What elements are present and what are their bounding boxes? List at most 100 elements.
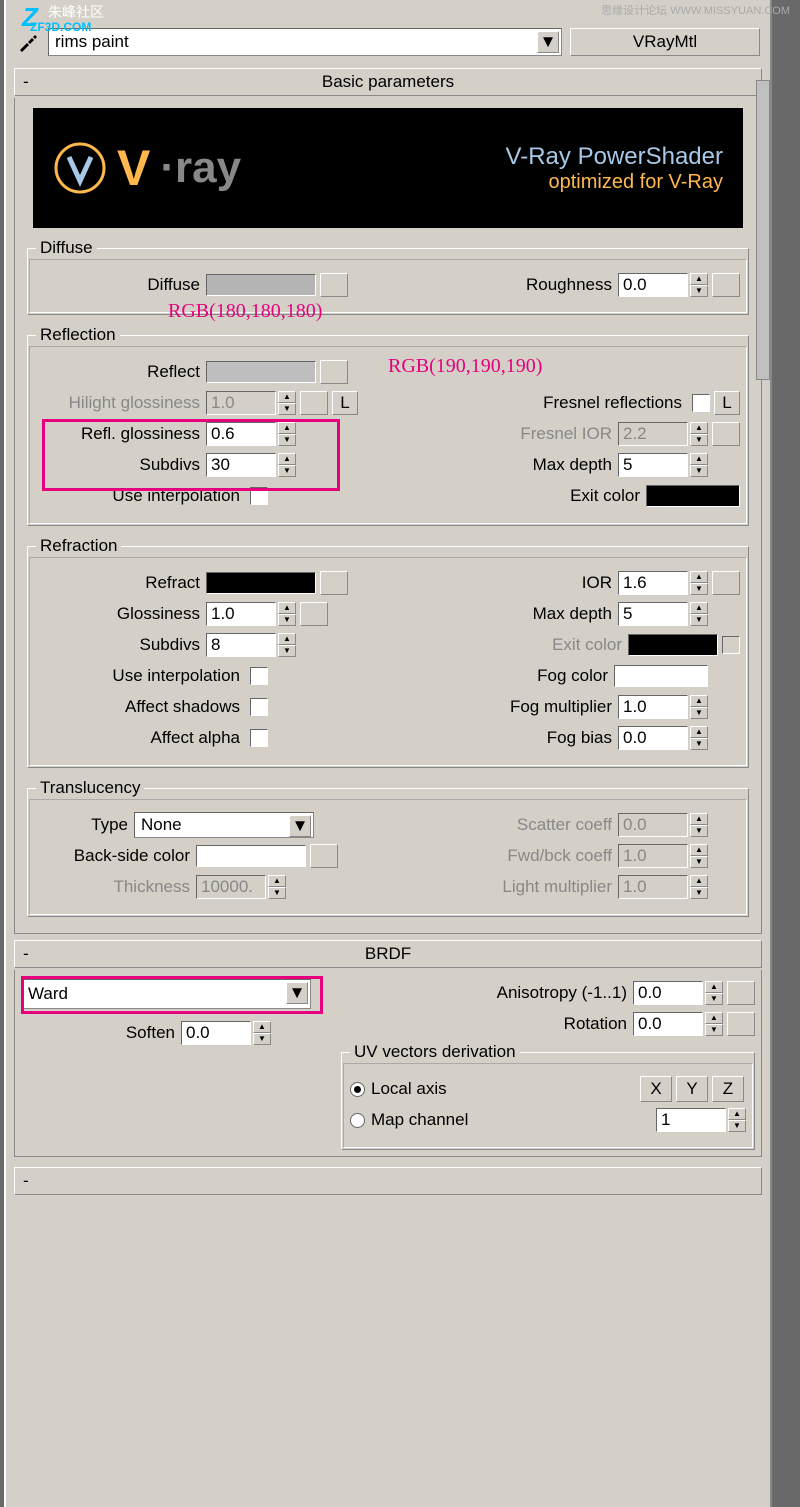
material-name-dropdown[interactable]: rims paint ▼: [48, 28, 562, 56]
refl-maxdepth-input[interactable]: [618, 453, 688, 477]
fog-mult-input[interactable]: [618, 695, 688, 719]
spin-down-icon[interactable]: ▼: [278, 403, 296, 415]
spin-down-icon[interactable]: ▼: [690, 285, 708, 297]
spin-up-icon[interactable]: ▲: [728, 1108, 746, 1120]
trans-type-value: None: [141, 815, 182, 835]
ior-input[interactable]: [618, 571, 688, 595]
spin-down-icon[interactable]: ▼: [705, 1024, 723, 1036]
axis-y-button[interactable]: Y: [676, 1076, 708, 1102]
roughness-map-button[interactable]: [712, 273, 740, 297]
backside-map-button[interactable]: [310, 844, 338, 868]
fresnel-checkbox[interactable]: [692, 394, 710, 412]
refr-subdivs-input[interactable]: [206, 633, 276, 657]
map-channel-input[interactable]: [656, 1108, 726, 1132]
spin-down-icon[interactable]: ▼: [278, 614, 296, 626]
spin-up-icon[interactable]: ▲: [278, 453, 296, 465]
spin-down-icon[interactable]: ▼: [728, 1120, 746, 1132]
spin-up-icon[interactable]: ▲: [690, 813, 708, 825]
fog-color-swatch[interactable]: [614, 665, 708, 687]
axis-z-button[interactable]: Z: [712, 1076, 744, 1102]
trans-type-dropdown[interactable]: None ▼: [134, 812, 314, 838]
spin-up-icon[interactable]: ▲: [268, 875, 286, 887]
refr-gloss-map-button[interactable]: [300, 602, 328, 626]
spin-down-icon[interactable]: ▼: [690, 825, 708, 837]
reflect-swatch[interactable]: [206, 361, 316, 383]
spin-down-icon[interactable]: ▼: [690, 434, 708, 446]
spin-up-icon[interactable]: ▲: [690, 453, 708, 465]
dropdown-arrow-icon[interactable]: ▼: [289, 815, 311, 837]
refr-gloss-input[interactable]: [206, 602, 276, 626]
soften-input[interactable]: [181, 1021, 251, 1045]
spin-down-icon[interactable]: ▼: [690, 614, 708, 626]
diffuse-map-button[interactable]: [320, 273, 348, 297]
spin-up-icon[interactable]: ▲: [253, 1021, 271, 1033]
trans-type-label: Type: [36, 815, 134, 835]
spin-up-icon[interactable]: ▲: [690, 726, 708, 738]
spin-down-icon[interactable]: ▼: [278, 434, 296, 446]
refl-subdivs-input[interactable]: [206, 453, 276, 477]
rollout-brdf-header[interactable]: - BRDF: [14, 940, 762, 968]
affect-alpha-checkbox[interactable]: [250, 729, 268, 747]
spin-up-icon[interactable]: ▲: [278, 391, 296, 403]
rotation-map-button[interactable]: [727, 1012, 755, 1036]
rollout-basic-header[interactable]: - Basic parameters: [14, 68, 762, 96]
spin-down-icon[interactable]: ▼: [690, 707, 708, 719]
anisotropy-input[interactable]: [633, 981, 703, 1005]
spin-up-icon[interactable]: ▲: [705, 981, 723, 993]
spin-up-icon[interactable]: ▲: [690, 422, 708, 434]
roughness-input[interactable]: [618, 273, 688, 297]
rotation-input[interactable]: [633, 1012, 703, 1036]
local-axis-radio[interactable]: [350, 1082, 365, 1097]
reflect-map-button[interactable]: [320, 360, 348, 384]
affect-shadows-checkbox[interactable]: [250, 698, 268, 716]
rotation-label: Rotation: [341, 1014, 633, 1034]
spin-up-icon[interactable]: ▲: [690, 875, 708, 887]
material-type-button[interactable]: VRayMtl: [570, 28, 760, 56]
refr-maxdepth-input[interactable]: [618, 602, 688, 626]
refr-exit-checkbox[interactable]: [722, 636, 740, 654]
spin-up-icon[interactable]: ▲: [705, 1012, 723, 1024]
spin-down-icon[interactable]: ▼: [278, 465, 296, 477]
refract-map-button[interactable]: [320, 571, 348, 595]
brdf-type-dropdown[interactable]: Ward▼: [21, 979, 311, 1009]
refl-exit-swatch[interactable]: [646, 485, 740, 507]
dropdown-arrow-icon[interactable]: ▼: [286, 982, 308, 1004]
spin-up-icon[interactable]: ▲: [278, 602, 296, 614]
backside-swatch[interactable]: [196, 845, 306, 867]
spin-down-icon[interactable]: ▼: [268, 887, 286, 899]
lock-button[interactable]: L: [332, 391, 358, 415]
spin-up-icon[interactable]: ▲: [690, 695, 708, 707]
hilight-map-button[interactable]: [300, 391, 328, 415]
use-interp-checkbox[interactable]: [250, 487, 268, 505]
refr-exit-swatch[interactable]: [628, 634, 718, 656]
roughness-spinner[interactable]: ▲▼: [618, 273, 708, 297]
spin-down-icon[interactable]: ▼: [690, 738, 708, 750]
spin-down-icon[interactable]: ▼: [278, 645, 296, 657]
rollout-next-header[interactable]: -: [14, 1167, 762, 1195]
map-channel-radio[interactable]: [350, 1113, 365, 1128]
axis-x-button[interactable]: X: [640, 1076, 672, 1102]
fog-bias-input[interactable]: [618, 726, 688, 750]
ior-map-button[interactable]: [712, 571, 740, 595]
dropdown-arrow-icon[interactable]: ▼: [537, 31, 559, 53]
spin-down-icon[interactable]: ▼: [253, 1033, 271, 1045]
spin-down-icon[interactable]: ▼: [690, 856, 708, 868]
anisotropy-map-button[interactable]: [727, 981, 755, 1005]
fresnel-ior-map-button[interactable]: [712, 422, 740, 446]
spin-down-icon[interactable]: ▼: [690, 887, 708, 899]
spin-down-icon[interactable]: ▼: [690, 583, 708, 595]
spin-up-icon[interactable]: ▲: [690, 273, 708, 285]
spin-up-icon[interactable]: ▲: [278, 422, 296, 434]
scrollbar-handle[interactable]: [756, 80, 770, 380]
spin-up-icon[interactable]: ▲: [690, 602, 708, 614]
refl-gloss-input[interactable]: [206, 422, 276, 446]
spin-down-icon[interactable]: ▼: [690, 465, 708, 477]
spin-up-icon[interactable]: ▲: [690, 571, 708, 583]
spin-up-icon[interactable]: ▲: [690, 844, 708, 856]
refr-interp-checkbox[interactable]: [250, 667, 268, 685]
spin-down-icon[interactable]: ▼: [705, 993, 723, 1005]
diffuse-swatch[interactable]: [206, 274, 316, 296]
refract-swatch[interactable]: [206, 572, 316, 594]
fresnel-lock-button[interactable]: L: [714, 391, 740, 415]
spin-up-icon[interactable]: ▲: [278, 633, 296, 645]
